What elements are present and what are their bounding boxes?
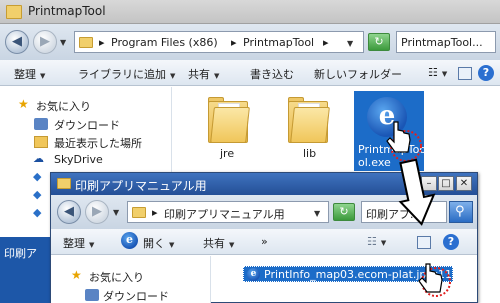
dropdown-icon: ▼: [170, 72, 176, 80]
preview-pane-icon[interactable]: [458, 67, 472, 80]
search-button[interactable]: ⚲: [449, 201, 473, 223]
download-folder-icon: [85, 289, 99, 301]
breadcrumb-separator-icon: ▸: [323, 36, 329, 49]
folder-jre-icon[interactable]: [208, 97, 250, 143]
refresh-button[interactable]: ↻: [333, 203, 355, 221]
forward-button[interactable]: ▶: [33, 30, 57, 54]
nav-item-downloads[interactable]: ダウンロード: [103, 288, 169, 303]
address-input[interactable]: ▸ Program Files (x86) ▸ PrintmapTool ▸ ▼: [74, 31, 364, 53]
window-title: PrintmapTool: [28, 4, 106, 18]
burn-button[interactable]: 書き込む: [250, 66, 294, 82]
dropbox-icon: ◆: [33, 206, 42, 219]
dropbox-icon: ◆: [33, 188, 42, 201]
nav-item-favorites[interactable]: お気に入り: [89, 269, 144, 285]
instruction-arrow-icon: [398, 158, 436, 226]
share-button[interactable]: 共有 ▼: [188, 66, 219, 82]
skydrive-icon: ☁: [33, 152, 44, 165]
search-input[interactable]: PrintmapTool...: [396, 31, 496, 53]
close-button[interactable]: ✕: [456, 176, 472, 191]
navigation-pane: ★ お気に入り ダウンロード: [51, 256, 211, 303]
open-app-icon: e: [121, 232, 139, 250]
command-bar: 整理 ▼ e 開く ▼ 共有 ▼ » ☷ ▼ ?: [51, 229, 477, 255]
address-input[interactable]: ▸ 印刷アプリマニュアル用 ▼: [127, 201, 329, 223]
view-options-icon[interactable]: ☷ ▼: [367, 235, 386, 248]
title-bar: PrintmapTool: [0, 0, 500, 24]
details-pane: 印刷ア: [0, 237, 56, 303]
breadcrumb-manual[interactable]: 印刷アプリマニュアル用: [164, 206, 285, 222]
folder-lib-label[interactable]: lib: [303, 147, 316, 160]
address-dropdown-icon[interactable]: ▼: [347, 39, 353, 48]
dropdown-icon: ▼: [214, 72, 220, 80]
add-to-library-button[interactable]: ライブラリに追加 ▼: [78, 66, 175, 82]
address-bar-area: ◀ ▶ ▼ ▸ Program Files (x86) ▸ PrintmapTo…: [0, 24, 500, 60]
dropdown-icon: ▼: [169, 241, 175, 249]
view-options-icon[interactable]: ☷ ▼: [428, 66, 447, 79]
hand-cursor-icon: [418, 263, 451, 297]
download-folder-icon: [34, 118, 48, 130]
nav-item-skydrive[interactable]: SkyDrive: [54, 153, 103, 166]
breadcrumb-printmaptool[interactable]: PrintmapTool: [243, 36, 314, 49]
organize-button[interactable]: 整理 ▼: [63, 235, 94, 251]
dropdown-icon: ▼: [89, 241, 95, 249]
help-icon[interactable]: ?: [443, 234, 459, 250]
recent-pages-caret-icon[interactable]: ▼: [113, 208, 119, 217]
open-button[interactable]: 開く ▼: [143, 235, 174, 251]
details-text: 印刷ア: [4, 247, 37, 260]
nav-item-recent-places[interactable]: 最近表示した場所: [54, 135, 142, 151]
dropbox-icon: ◆: [33, 170, 42, 183]
preview-pane-icon[interactable]: [417, 236, 431, 249]
recent-pages-caret-icon[interactable]: ▼: [60, 38, 66, 47]
maximize-button[interactable]: □: [438, 176, 454, 191]
address-separator-icon: ▸: [99, 36, 105, 49]
folder-icon: [57, 178, 71, 189]
nav-item-downloads[interactable]: ダウンロード: [54, 117, 120, 133]
window-title: 印刷アプリマニュアル用: [75, 179, 207, 193]
star-icon: ★: [71, 268, 82, 282]
share-button[interactable]: 共有 ▼: [203, 235, 234, 251]
refresh-button[interactable]: ↻: [368, 33, 390, 51]
folder-lib-icon[interactable]: [288, 97, 330, 143]
search-placeholder: PrintmapTool...: [401, 36, 483, 49]
address-dropdown-icon[interactable]: ▼: [314, 209, 320, 218]
more-commands-button[interactable]: »: [261, 235, 268, 248]
nav-item-favorites[interactable]: お気に入り: [36, 98, 91, 114]
dropdown-icon: ▼: [40, 72, 46, 80]
folder-icon: [132, 207, 146, 218]
forward-button[interactable]: ▶: [85, 200, 109, 224]
search-icon: ⚲: [455, 204, 465, 219]
address-separator-icon: ▸: [152, 206, 158, 219]
command-bar: 整理 ▼ ライブラリに追加 ▼ 共有 ▼ 書き込む 新しいフォルダー ☷ ▼ ?: [0, 60, 500, 86]
new-folder-button[interactable]: 新しいフォルダー: [314, 66, 402, 82]
address-separator-icon: ▸: [231, 36, 237, 49]
recent-places-icon: [34, 136, 48, 148]
folder-jre-label[interactable]: jre: [220, 147, 234, 160]
folder-icon: [6, 5, 22, 19]
star-icon: ★: [18, 97, 29, 111]
dropdown-icon: ▼: [229, 241, 235, 249]
back-button[interactable]: ◀: [5, 30, 29, 54]
organize-button[interactable]: 整理 ▼: [14, 66, 45, 82]
breadcrumb-program-files[interactable]: Program Files (x86): [111, 36, 218, 49]
back-button[interactable]: ◀: [57, 200, 81, 224]
help-icon[interactable]: ?: [478, 65, 494, 81]
folder-icon: [79, 37, 93, 48]
ept-file-icon: e: [247, 268, 260, 281]
